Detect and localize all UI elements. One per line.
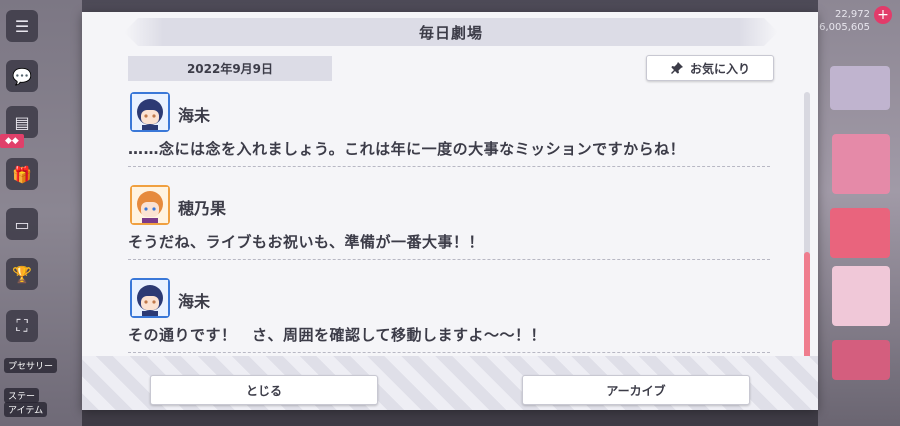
right-panel	[818, 0, 900, 426]
fullscreen-icon[interactable]: ⛶	[6, 310, 38, 342]
entry-divider	[128, 259, 770, 260]
favorite-label: お気に入り	[689, 61, 750, 76]
dialogue-text: そうだね、ライブもお祝いも、準備が一番大事！！	[128, 233, 485, 251]
daily-theater-dialog: 毎日劇場 2022年9月9日 お気に入り 海未 ……念には念を入れましょう。これ…	[82, 12, 818, 410]
right-tile[interactable]	[830, 66, 890, 110]
date-label: 2022年9月9日	[128, 56, 332, 81]
currency-counter: 22,972 6,005,605	[819, 8, 870, 34]
favorite-button[interactable]: お気に入り	[646, 55, 774, 81]
trophy-icon[interactable]: 🏆	[6, 258, 38, 290]
speaker-name: 海未	[178, 106, 211, 125]
side-label-item: アイテム	[4, 402, 48, 417]
dialogue-text: その通りです！ さ、周囲を確認して移動しますよ～～！！	[128, 326, 547, 344]
menu-icon[interactable]: ☰	[6, 10, 38, 42]
archive-button[interactable]: アーカイブ	[522, 375, 750, 405]
side-label-stage: ステー	[4, 388, 40, 403]
right-tile[interactable]	[832, 134, 890, 194]
speaker-name: 穂乃果	[178, 199, 227, 218]
side-label-accessory: プセサリー	[4, 358, 58, 373]
close-button[interactable]: とじる	[150, 375, 378, 405]
counter-bottom: 6,005,605	[819, 22, 870, 33]
umi-avatar	[130, 92, 170, 132]
dialogue-text: ……念には念を入れましょう。これは年に一度の大事なミッションですからね！	[128, 140, 686, 158]
gift-icon[interactable]: 🎁	[6, 158, 38, 190]
dialogue-entry: 海未 ……念には念を入れましょう。これは年に一度の大事なミッションですからね！	[128, 90, 770, 183]
dialogue-entry: 海未 その通りです！ さ、周囲を確認して移動しますよ～～！！	[128, 276, 770, 358]
right-tile[interactable]	[830, 208, 890, 258]
plus-icon[interactable]: +	[874, 6, 892, 24]
right-tile[interactable]	[832, 340, 890, 380]
speaker-name: 海未	[178, 292, 211, 311]
umi-avatar	[130, 278, 170, 318]
dialogue-list[interactable]: 海未 ……念には念を入れましょう。これは年に一度の大事なミッションですからね！ …	[128, 90, 770, 358]
honoka-avatar	[130, 185, 170, 225]
pin-icon	[670, 62, 683, 74]
entry-divider	[128, 352, 770, 353]
dialogue-entry: 穂乃果 そうだね、ライブもお祝いも、準備が一番大事！！	[128, 183, 770, 276]
entry-divider	[128, 166, 770, 167]
scrollbar-thumb[interactable]	[804, 252, 810, 368]
scrollbar[interactable]	[804, 92, 810, 368]
side-badge: ◆◆	[0, 134, 24, 148]
right-tile[interactable]	[832, 266, 890, 326]
counter-top: 22,972	[835, 9, 870, 20]
screen-icon[interactable]: ▭	[6, 208, 38, 240]
chat-icon[interactable]: 💬	[6, 60, 38, 92]
dialog-title: 毎日劇場	[124, 18, 778, 46]
left-panel: ☰ 💬 ▤ ◆◆ 🎁 ▭ 🏆 ⛶ プセサリー ステー アイテム	[0, 0, 82, 426]
